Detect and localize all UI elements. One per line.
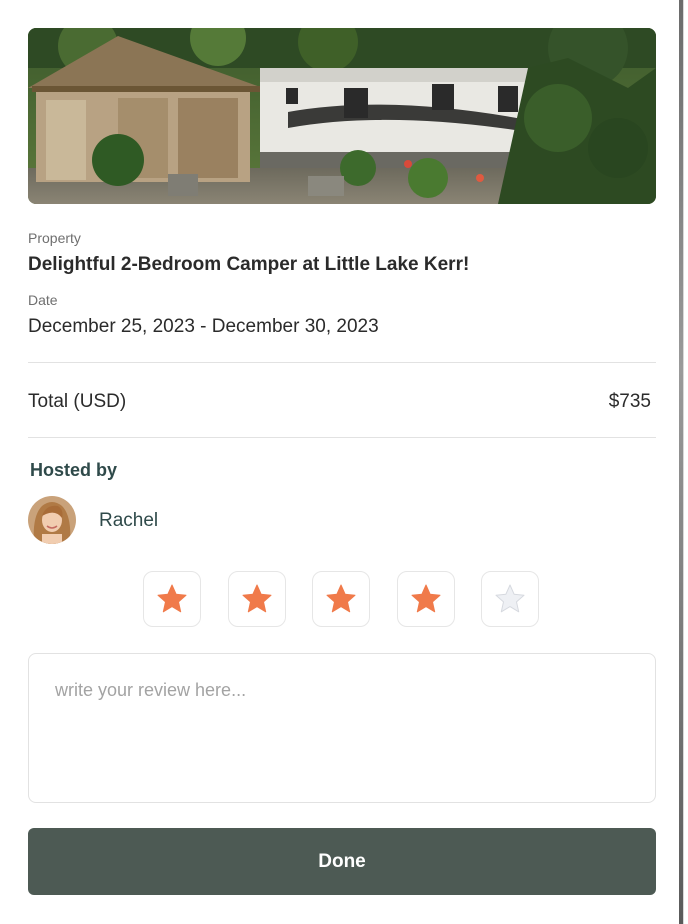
review-modal: Property Delightful 2-Bedroom Camper at … <box>0 0 684 924</box>
done-button[interactable]: Done <box>28 828 656 895</box>
host-avatar <box>28 496 76 544</box>
star-rating-3-button[interactable] <box>312 571 370 627</box>
star-icon <box>495 584 525 613</box>
date-range: December 25, 2023 - December 30, 2023 <box>28 316 379 337</box>
star-rating-1-button[interactable] <box>143 571 201 627</box>
divider <box>28 437 656 438</box>
property-photo <box>28 28 656 204</box>
star-icon <box>326 584 356 613</box>
host-name: Rachel <box>99 510 159 531</box>
star-icon <box>242 584 272 613</box>
star-rating-5-button[interactable] <box>481 571 539 627</box>
star-icon <box>411 584 441 613</box>
total-label: Total (USD) <box>28 391 127 412</box>
property-name: Delightful 2-Bedroom Camper at Little La… <box>28 254 470 275</box>
star-rating-2-button[interactable] <box>228 571 286 627</box>
date-label: Date <box>28 292 58 308</box>
star-icon <box>157 584 187 613</box>
review-input[interactable] <box>28 653 656 803</box>
hosted-by-heading: Hosted by <box>30 460 118 480</box>
total-value: $735 <box>608 391 651 412</box>
divider <box>28 362 656 363</box>
property-label: Property <box>28 230 81 246</box>
window-edge <box>679 0 683 924</box>
star-rating-4-button[interactable] <box>397 571 455 627</box>
